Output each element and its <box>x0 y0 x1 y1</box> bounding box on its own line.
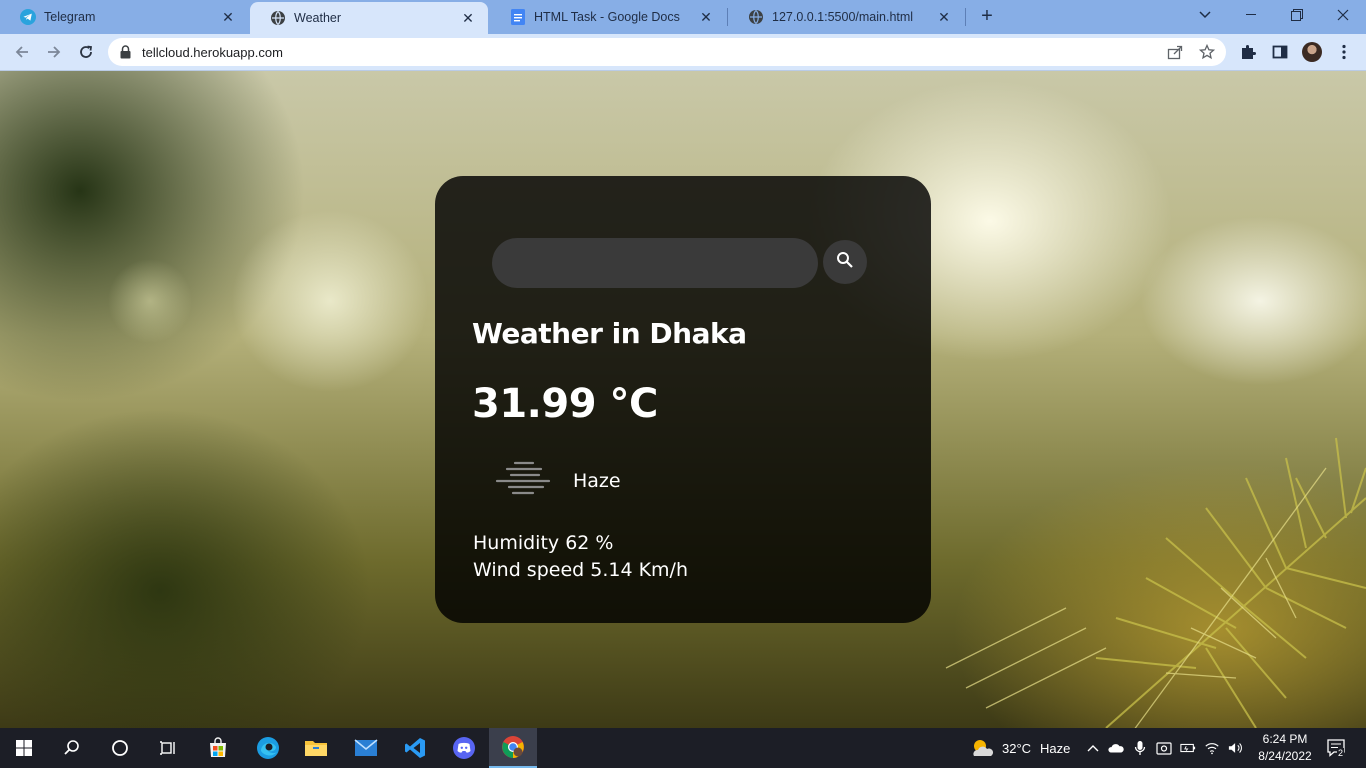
start-windows-icon[interactable] <box>0 728 48 768</box>
wind-speed-text: Wind speed 5.14 Km/h <box>473 559 688 581</box>
tab-label: HTML Task - Google Docs <box>534 10 680 24</box>
extensions-puzzle-icon[interactable] <box>1239 43 1257 61</box>
vscode-icon[interactable] <box>391 728 439 768</box>
url-text: tellcloud.herokuapp.com <box>142 45 283 60</box>
discord-icon[interactable] <box>440 728 488 768</box>
chrome-browser-icon[interactable] <box>489 728 537 768</box>
taskbar-search-icon[interactable] <box>48 728 96 768</box>
browser-toolbar: tellcloud.herokuapp.com <box>0 34 1366 71</box>
close-tab-icon[interactable]: ✕ <box>220 9 236 25</box>
close-window-button[interactable] <box>1320 0 1366 30</box>
close-tab-icon[interactable]: ✕ <box>698 9 714 25</box>
system-clock[interactable]: 6:24 PM 8/24/2022 <box>1250 731 1320 765</box>
globe-icon <box>748 9 764 25</box>
page-background: Weather in Dhaka 31.99 °C Haze Humidity … <box>0 71 1366 728</box>
globe-icon <box>270 10 286 26</box>
forward-arrow-icon[interactable] <box>42 40 66 64</box>
meet-now-camera-icon[interactable] <box>1156 740 1172 756</box>
battery-plug-icon[interactable] <box>1180 740 1196 756</box>
onedrive-cloud-icon[interactable] <box>1108 740 1124 756</box>
back-arrow-icon[interactable] <box>10 40 34 64</box>
share-icon[interactable] <box>1167 44 1183 60</box>
tab-google-docs[interactable]: HTML Task - Google Docs ✕ <box>490 0 726 34</box>
tab-separator <box>965 8 966 26</box>
docs-icon <box>510 9 526 25</box>
tray-weather-temp[interactable]: 32°C <box>1002 741 1031 756</box>
reload-icon[interactable] <box>74 40 98 64</box>
restore-button[interactable] <box>1274 0 1320 30</box>
profile-avatar[interactable] <box>1302 42 1322 62</box>
file-explorer-folder-icon[interactable] <box>292 728 340 768</box>
chevron-up-icon[interactable] <box>1085 740 1101 756</box>
new-tab-button[interactable]: + <box>975 5 999 29</box>
clock-time: 6:24 PM <box>1262 732 1308 746</box>
tab-label: Telegram <box>44 10 96 24</box>
minimize-button[interactable] <box>1228 0 1274 30</box>
search-icon <box>836 251 854 274</box>
lock-icon[interactable] <box>120 45 131 64</box>
weather-title: Weather in Dhaka <box>472 317 747 350</box>
microsoft-store-icon[interactable] <box>194 728 242 768</box>
volume-speaker-icon[interactable] <box>1228 740 1244 756</box>
windows-taskbar: 32°C Haze 6:24 PM 8/24/2022 2 <box>0 728 1366 768</box>
wifi-icon[interactable] <box>1204 740 1220 756</box>
close-tab-icon[interactable]: ✕ <box>460 10 476 26</box>
mail-envelope-icon[interactable] <box>342 728 390 768</box>
telegram-icon <box>20 9 36 25</box>
cortana-circle-icon[interactable] <box>96 728 144 768</box>
microphone-icon[interactable] <box>1132 740 1148 756</box>
side-panel-icon[interactable] <box>1271 43 1289 61</box>
task-view-icon[interactable] <box>144 728 192 768</box>
tray-weather-desc[interactable]: Haze <box>1040 741 1070 756</box>
tab-label: 127.0.0.1:5500/main.html <box>772 10 914 24</box>
weather-sun-cloud-icon[interactable] <box>970 736 994 760</box>
notification-count-badge: 2 <box>1337 748 1345 758</box>
edge-browser-icon[interactable] <box>244 728 292 768</box>
tab-telegram[interactable]: Telegram ✕ <box>0 0 248 34</box>
city-search-input[interactable] <box>492 238 818 288</box>
humidity-text: Humidity 62 % <box>473 532 614 554</box>
close-tab-icon[interactable]: ✕ <box>936 9 952 25</box>
haze-weather-icon <box>493 459 553 499</box>
tab-localhost[interactable]: 127.0.0.1:5500/main.html ✕ <box>728 0 964 34</box>
address-bar[interactable]: tellcloud.herokuapp.com <box>108 38 1226 66</box>
temperature: 31.99 °C <box>472 381 658 427</box>
tab-search-chevron-down-icon[interactable] <box>1182 0 1228 30</box>
weather-description: Haze <box>573 470 621 492</box>
browser-tab-strip: Telegram ✕ Weather ✕ HTML Task - Google … <box>0 0 1366 34</box>
bookmark-star-icon[interactable] <box>1198 43 1216 60</box>
clock-date: 8/24/2022 <box>1258 749 1312 763</box>
tab-label: Weather <box>294 11 342 25</box>
weather-card: Weather in Dhaka 31.99 °C Haze Humidity … <box>435 176 931 623</box>
search-button[interactable] <box>823 240 867 284</box>
tab-weather[interactable]: Weather ✕ <box>250 2 488 34</box>
menu-kebab-icon[interactable] <box>1335 43 1353 61</box>
